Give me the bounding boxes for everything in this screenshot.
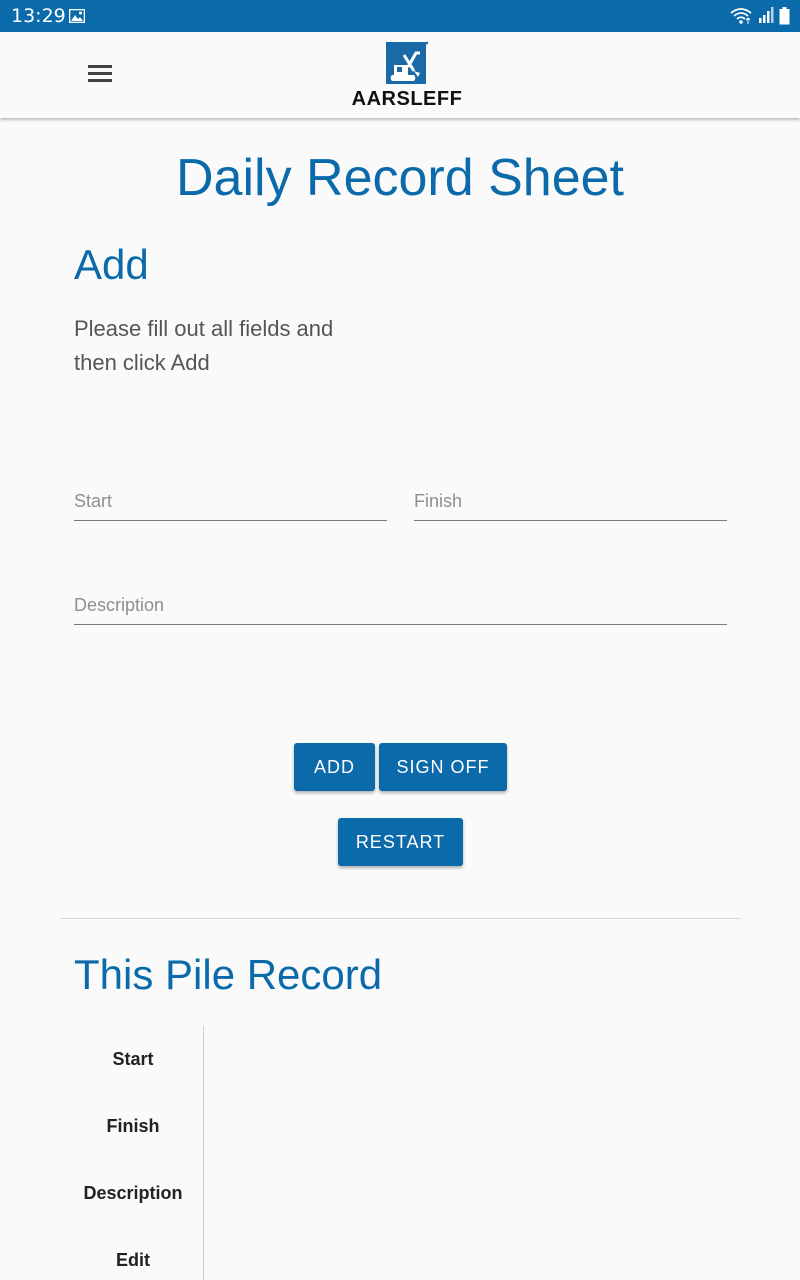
record-section-title: This Pile Record: [74, 951, 383, 998]
battery-icon: [779, 7, 790, 25]
record-row-edit: Edit: [116, 1250, 150, 1270]
start-field: [74, 481, 387, 521]
sign-off-button[interactable]: SIGN OFF: [379, 743, 507, 791]
instructions-text: Please fill out all fields and then clic…: [74, 316, 334, 375]
finish-field: [414, 481, 727, 521]
status-time: 13:29: [11, 5, 66, 27]
wifi-icon: [730, 8, 752, 24]
logo-text: AARSLEFF: [351, 88, 463, 110]
finish-input[interactable]: [414, 481, 727, 521]
page-title: Daily Record Sheet: [176, 149, 624, 207]
aarsleff-logo-icon: [386, 41, 428, 84]
start-input[interactable]: [74, 481, 387, 521]
record-row-description: Description: [83, 1183, 183, 1203]
pile-record-table: Start Finish Description Edit: [64, 1026, 204, 1280]
image-icon: [69, 9, 85, 23]
add-button[interactable]: ADD: [294, 743, 375, 791]
hamburger-menu-icon[interactable]: [82, 55, 118, 91]
add-section-title: Add: [74, 241, 149, 288]
status-bar: 13:29: [0, 0, 800, 32]
record-row-start: Start: [112, 1049, 154, 1069]
app-header: AARSLEFF: [0, 32, 800, 118]
section-divider: [60, 918, 741, 919]
restart-button[interactable]: RESTART: [338, 818, 463, 866]
signal-icon: [759, 7, 774, 23]
aarsleff-logo: AARSLEFF: [343, 40, 471, 112]
description-input[interactable]: [74, 585, 727, 625]
description-field: [74, 585, 727, 625]
record-row-finish: Finish: [106, 1116, 160, 1136]
